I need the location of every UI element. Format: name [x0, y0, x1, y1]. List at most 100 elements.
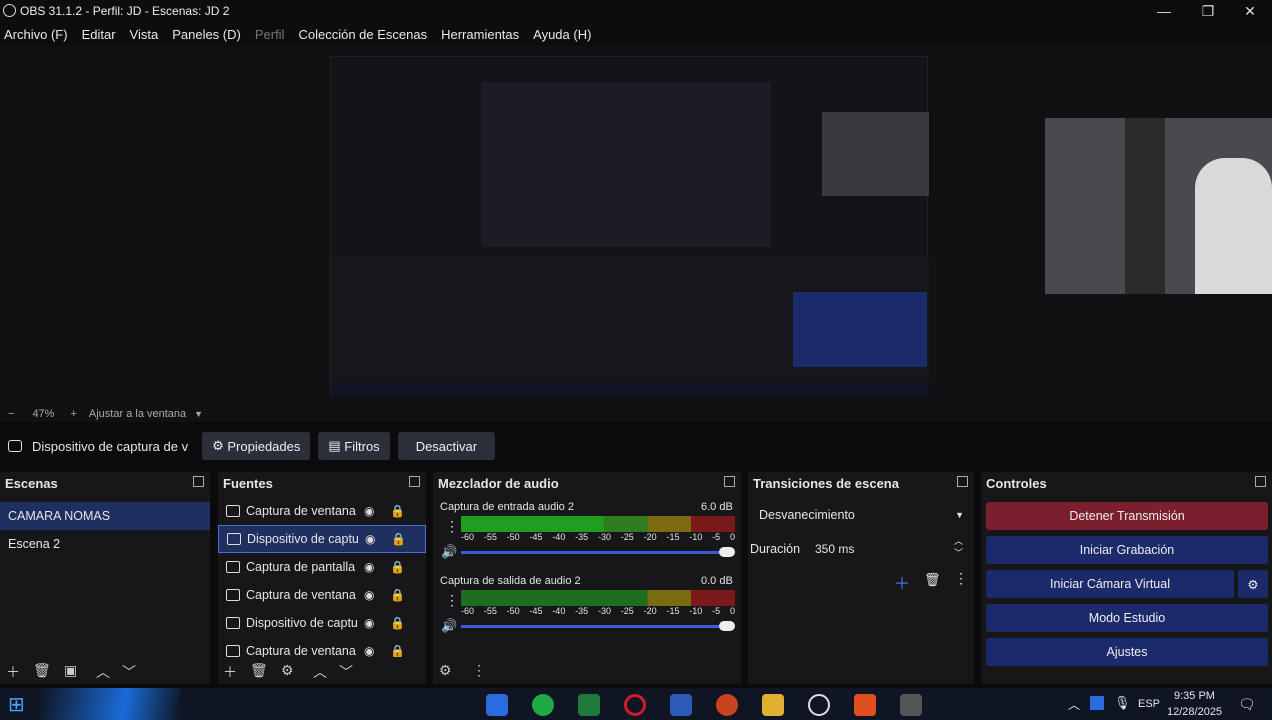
whatsapp-icon[interactable] — [532, 694, 554, 716]
kebab-icon[interactable]: ⋮ — [445, 518, 459, 535]
lock-icon[interactable]: 🔒 — [391, 532, 406, 546]
dock-popout-icon[interactable] — [957, 476, 968, 487]
window-icon — [226, 645, 240, 657]
volume-slider[interactable] — [461, 625, 731, 628]
eye-icon[interactable]: ◉ — [364, 644, 374, 657]
properties-button[interactable]: ⚙ Propiedades — [202, 432, 311, 460]
scene-item[interactable]: Escena 2 — [0, 530, 210, 558]
kebab-icon[interactable]: ⋮ — [954, 570, 968, 587]
lock-icon[interactable]: 🔒 — [390, 644, 405, 657]
dock-popout-icon[interactable] — [1255, 476, 1266, 487]
add-transition-button[interactable]: ＋ — [894, 570, 910, 594]
kebab-icon[interactable]: ⋮ — [472, 662, 486, 679]
gear-icon[interactable]: ⚙ — [281, 662, 294, 679]
stop-stream-button[interactable]: Detener Transmisión — [986, 502, 1268, 530]
duration-input[interactable]: 350 ms — [815, 542, 854, 556]
mixer-settings-icon[interactable]: ⚙ — [439, 662, 452, 679]
clock-time[interactable]: 9:35 PM — [1174, 690, 1215, 702]
settings-button[interactable]: Ajustes — [986, 638, 1268, 666]
start-recording-button[interactable]: Iniciar Grabación — [986, 536, 1268, 564]
tray-app-icon[interactable] — [1090, 696, 1104, 710]
clock-date[interactable]: 12/28/2025 — [1167, 706, 1222, 718]
trash-icon[interactable]: 🗑 — [924, 572, 941, 588]
zoom-out-button[interactable]: − — [8, 408, 14, 420]
eye-icon[interactable]: ◉ — [364, 504, 374, 518]
add-source-button[interactable]: ＋ — [223, 662, 237, 682]
lock-icon[interactable]: 🔒 — [390, 588, 405, 602]
source-item[interactable]: Captura de ventana ◉ 🔒 — [218, 637, 426, 657]
opera-icon[interactable] — [624, 694, 646, 716]
lock-icon[interactable]: 🔒 — [390, 560, 405, 574]
powerpoint-icon[interactable] — [716, 694, 738, 716]
menu-vista[interactable]: Vista — [130, 27, 159, 42]
lock-icon[interactable]: 🔒 — [390, 616, 405, 630]
chevron-up-icon[interactable]: ︿ — [1068, 696, 1080, 713]
volume-slider-handle[interactable] — [719, 547, 735, 557]
language-indicator[interactable]: ESP — [1138, 698, 1160, 710]
volume-slider-handle[interactable] — [719, 621, 735, 631]
lock-icon[interactable]: 🔒 — [390, 504, 405, 518]
dock-popout-icon[interactable] — [193, 476, 204, 487]
filter-icon: ▤ — [328, 438, 341, 453]
speaker-icon[interactable]: 🔊 — [441, 618, 457, 634]
source-item[interactable]: Captura de ventana ◉ 🔒 — [218, 581, 426, 609]
store-icon[interactable] — [486, 694, 508, 716]
wallpaper-streak — [40, 688, 180, 720]
deactivate-button[interactable]: Desactivar — [397, 432, 496, 460]
duration-label: Duración — [750, 542, 801, 556]
zoom-fit-select[interactable]: Ajustar a la ventana — [89, 408, 186, 420]
eye-icon[interactable]: ◉ — [364, 560, 374, 574]
menu-perfil[interactable]: Perfil — [255, 27, 285, 42]
kebab-icon[interactable]: ⋮ — [445, 592, 459, 609]
windows-start-icon[interactable]: ⊞ — [8, 694, 30, 716]
scene-filter-icon[interactable]: ▣ — [64, 662, 77, 679]
menu-ayuda[interactable]: Ayuda (H) — [533, 27, 591, 42]
menu-herramientas[interactable]: Herramientas — [441, 27, 519, 42]
add-scene-button[interactable]: ＋ — [6, 662, 20, 682]
source-item[interactable]: Dispositivo de captu ◉ 🔒 — [218, 609, 426, 637]
word-icon[interactable] — [670, 694, 692, 716]
transitions-title: Transiciones de escena — [753, 475, 899, 491]
duration-stepper[interactable]: ︿ ﹀ — [954, 535, 963, 559]
scene-item[interactable]: CAMARA NOMAS — [0, 502, 210, 530]
minimize-button[interactable]: — — [1142, 0, 1186, 22]
microphone-icon[interactable]: 🎙 — [1114, 695, 1131, 711]
move-down-icon[interactable]: ﹀ — [339, 662, 353, 682]
start-virtual-camera-button[interactable]: Iniciar Cámara Virtual — [986, 570, 1234, 598]
menu-paneles[interactable]: Paneles (D) — [172, 27, 241, 42]
close-button[interactable]: ✕ — [1228, 0, 1272, 22]
trash-icon[interactable]: 🗑 — [33, 662, 51, 679]
brave-icon[interactable] — [854, 694, 876, 716]
studio-mode-button[interactable]: Modo Estudio — [986, 604, 1268, 632]
trash-icon[interactable]: 🗑 — [250, 662, 268, 679]
dock-popout-icon[interactable] — [409, 476, 420, 487]
menu-archivo[interactable]: Archivo (F) — [4, 27, 68, 42]
volume-slider[interactable] — [461, 551, 731, 554]
maximize-button[interactable]: ❐ — [1186, 0, 1230, 22]
move-down-icon[interactable]: ﹀ — [122, 662, 136, 682]
move-up-icon[interactable]: ︿ — [313, 662, 327, 682]
source-item[interactable]: Dispositivo de captu ◉ 🔒 — [218, 525, 426, 553]
eye-icon[interactable]: ◉ — [364, 616, 374, 630]
source-item[interactable]: Captura de pantalla ◉ 🔒 — [218, 553, 426, 581]
menu-coleccion[interactable]: Colección de Escenas — [298, 27, 427, 42]
obs-icon[interactable] — [808, 694, 830, 716]
menu-editar[interactable]: Editar — [82, 27, 116, 42]
dock-popout-icon[interactable] — [724, 476, 735, 487]
speaker-icon[interactable]: 🔊 — [441, 544, 457, 560]
folder-icon[interactable] — [762, 694, 784, 716]
eye-icon[interactable]: ◉ — [364, 588, 374, 602]
gear-icon[interactable]: ⚙ — [1238, 570, 1268, 598]
mixer-title: Mezclador de audio — [438, 475, 559, 491]
app-icon[interactable] — [900, 694, 922, 716]
source-item[interactable]: Captura de ventana ◉ 🔒 — [218, 497, 426, 525]
filters-button[interactable]: ▤ Filtros — [318, 432, 390, 460]
eye-icon[interactable]: ◉ — [365, 532, 375, 546]
source-label: Captura de ventana — [246, 644, 356, 657]
chevron-down-icon[interactable]: ▼ — [194, 409, 203, 419]
notification-icon[interactable]: 🗨 — [1238, 696, 1256, 713]
move-up-icon[interactable]: ︿ — [96, 662, 110, 682]
excel-icon[interactable] — [578, 694, 600, 716]
zoom-in-button[interactable]: + — [70, 408, 76, 420]
transition-select[interactable]: Desvanecimiento ▼ — [752, 503, 970, 527]
